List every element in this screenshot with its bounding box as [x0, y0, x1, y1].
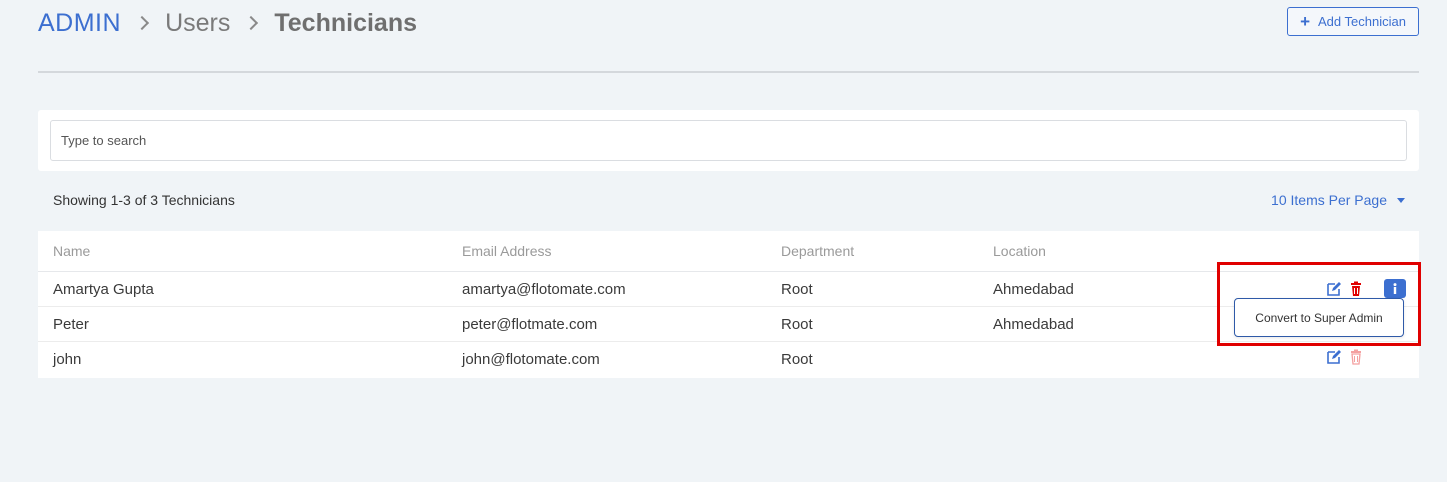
column-header-email[interactable]: Email Address [462, 243, 551, 259]
cell-department: Root [781, 281, 813, 298]
header-divider [38, 71, 1419, 73]
add-technician-button[interactable]: + Add Technician [1287, 7, 1419, 36]
column-header-name[interactable]: Name [53, 243, 90, 259]
table-row: john john@flotomate.com Root [38, 342, 1419, 377]
add-technician-label: Add Technician [1318, 14, 1406, 29]
cell-name: Amartya Gupta [53, 281, 154, 298]
cell-email: john@flotomate.com [462, 351, 600, 368]
column-header-department[interactable]: Department [781, 243, 854, 259]
delete-icon[interactable] [1348, 281, 1364, 297]
cell-name: john [53, 351, 82, 368]
cell-department: Root [781, 316, 813, 333]
items-per-page-dropdown[interactable]: 10 Items Per Page [1271, 192, 1405, 208]
table-row: Amartya Gupta amartya@flotomate.com Root… [38, 272, 1419, 307]
edit-icon[interactable] [1326, 281, 1342, 297]
info-icon [1393, 283, 1397, 294]
row-actions [1326, 349, 1364, 365]
cell-email: amartya@flotomate.com [462, 281, 626, 298]
cell-department: Root [781, 351, 813, 368]
search-card [38, 110, 1419, 171]
breadcrumb-users[interactable]: Users [165, 9, 230, 38]
row-actions [1326, 279, 1406, 298]
cell-location: Ahmedabad [993, 316, 1074, 333]
cell-name: Peter [53, 316, 89, 333]
plus-icon: + [1300, 12, 1310, 31]
page-title: Technicians [274, 8, 417, 37]
chevron-right-icon [134, 15, 150, 31]
delete-icon[interactable] [1348, 349, 1364, 365]
column-header-location[interactable]: Location [993, 243, 1046, 259]
items-per-page-label: 10 Items Per Page [1271, 192, 1387, 208]
cell-email: peter@flotmate.com [462, 316, 598, 333]
more-options-button[interactable] [1384, 279, 1406, 298]
edit-icon[interactable] [1326, 349, 1342, 365]
breadcrumb-admin[interactable]: ADMIN [38, 9, 121, 38]
technicians-table: Name Email Address Department Location A… [38, 231, 1419, 378]
chevron-right-icon [244, 15, 259, 31]
table-row: Peter peter@flotmate.com Root Ahmedabad [38, 307, 1419, 342]
search-input[interactable] [50, 120, 1407, 161]
breadcrumb: ADMIN Users Technicians [38, 5, 417, 41]
caret-down-icon [1397, 197, 1405, 203]
table-header: Name Email Address Department Location [38, 231, 1419, 272]
results-count: Showing 1-3 of 3 Technicians [53, 192, 235, 208]
convert-to-super-admin-option[interactable]: Convert to Super Admin [1234, 298, 1404, 337]
cell-location: Ahmedabad [993, 281, 1074, 298]
